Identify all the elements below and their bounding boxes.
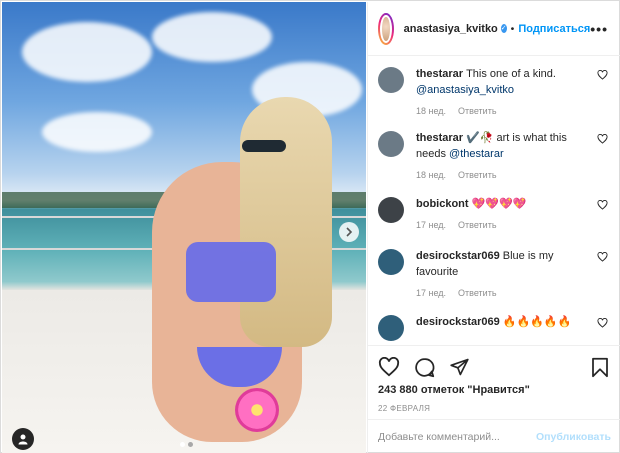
carousel-indicator (180, 442, 193, 447)
user-icon (18, 434, 28, 445)
person-hair (240, 97, 332, 347)
comment-input[interactable] (378, 430, 537, 443)
cloud (152, 12, 272, 62)
cloud (22, 22, 152, 82)
post-photo[interactable] (2, 2, 366, 453)
post-date[interactable]: 22 ФЕВРАЛЯ (378, 404, 609, 413)
comment-time[interactable]: 18 нед. (416, 170, 446, 180)
comment-like-heart-icon[interactable] (597, 252, 608, 262)
comment-time[interactable]: 18 нед. (416, 106, 446, 116)
verified-badge-icon: ✓ (500, 24, 507, 33)
author-avatar[interactable] (378, 12, 394, 45)
carousel-dot (180, 442, 185, 447)
action-icons-row (378, 354, 609, 380)
comment-time[interactable]: 17 нед. (416, 288, 446, 298)
separator-dot: • (510, 22, 515, 35)
bookmark-icon[interactable] (591, 357, 609, 378)
comment-text: 💖💖💖💖 (471, 198, 527, 210)
follow-button[interactable]: Подписаться (518, 23, 590, 35)
comment-username[interactable]: thestarar (416, 68, 463, 80)
comment-time[interactable]: 17 нед. (416, 220, 446, 230)
share-icon[interactable] (449, 357, 470, 377)
comment-username[interactable]: desirockstar069 (416, 250, 500, 262)
tagged-users-button[interactable] (12, 428, 34, 450)
heart-icon[interactable] (378, 357, 400, 377)
swimsuit-top (186, 242, 276, 302)
commenter-avatar[interactable] (378, 67, 404, 93)
instagram-post: anastasiya_kvitko ✓ • Подписаться ••• th… (0, 0, 620, 453)
comment-username[interactable]: thestarar (416, 132, 463, 144)
reply-button[interactable]: Ответить (458, 288, 496, 298)
cloud (42, 112, 152, 152)
comment-mention[interactable]: @anastasiya_kvitko (416, 84, 514, 96)
reply-button[interactable]: Ответить (458, 106, 496, 116)
comment-item: desirockstar069 🔥🔥🔥🔥🔥 (378, 314, 608, 342)
comments-list[interactable]: thestarar This one of a kind. @anastasiya_… (368, 56, 620, 342)
commenter-avatar[interactable] (378, 131, 404, 157)
comment-text: This one of a kind. (466, 68, 556, 80)
likes-count[interactable]: 243 880 отметок "Нравится" (378, 384, 609, 396)
comment-text: 🔥🔥🔥🔥🔥 (502, 316, 572, 328)
comment-item: desirockstar069 Blue is my favourite 17 н… (378, 248, 608, 314)
more-options-icon[interactable]: ••• (590, 21, 608, 37)
commenter-avatar[interactable] (378, 249, 404, 275)
reply-button[interactable]: Ответить (458, 220, 496, 230)
comment-like-heart-icon[interactable] (597, 318, 608, 328)
chevron-right-icon (346, 227, 353, 237)
post-header: anastasiya_kvitko ✓ • Подписаться ••• (368, 2, 620, 56)
commenter-avatar[interactable] (378, 315, 404, 341)
post-side-panel: anastasiya_kvitko ✓ • Подписаться ••• th… (367, 2, 620, 453)
add-comment-bar: Опубликовать (368, 419, 620, 453)
carousel-dot (188, 442, 193, 447)
comment-item: bobickont 💖💖💖💖 17 нед. Ответить (378, 196, 608, 248)
post-actions: 243 880 отметок "Нравится" 22 ФЕВРАЛЯ (368, 345, 620, 413)
comment-mention[interactable]: @thestarar (449, 148, 504, 160)
reply-button[interactable]: Ответить (458, 170, 496, 180)
next-photo-button[interactable] (339, 222, 359, 242)
publish-button[interactable]: Опубликовать (536, 431, 611, 443)
comment-item: thestarar This one of a kind. @anastasiya_… (378, 66, 608, 130)
commenter-avatar[interactable] (378, 197, 404, 223)
flower-sticker (235, 388, 279, 432)
comment-icon[interactable] (414, 357, 435, 378)
comment-item: thestarar ✔️🥀 art is what this needs @the… (378, 130, 608, 196)
comment-like-heart-icon[interactable] (597, 134, 608, 144)
comment-username[interactable]: desirockstar069 (416, 316, 500, 328)
comment-like-heart-icon[interactable] (597, 200, 608, 210)
sunglasses (242, 140, 286, 152)
author-username[interactable]: anastasiya_kvitko (404, 23, 498, 35)
comment-username[interactable]: bobickont (416, 198, 469, 210)
comment-like-heart-icon[interactable] (597, 70, 608, 80)
